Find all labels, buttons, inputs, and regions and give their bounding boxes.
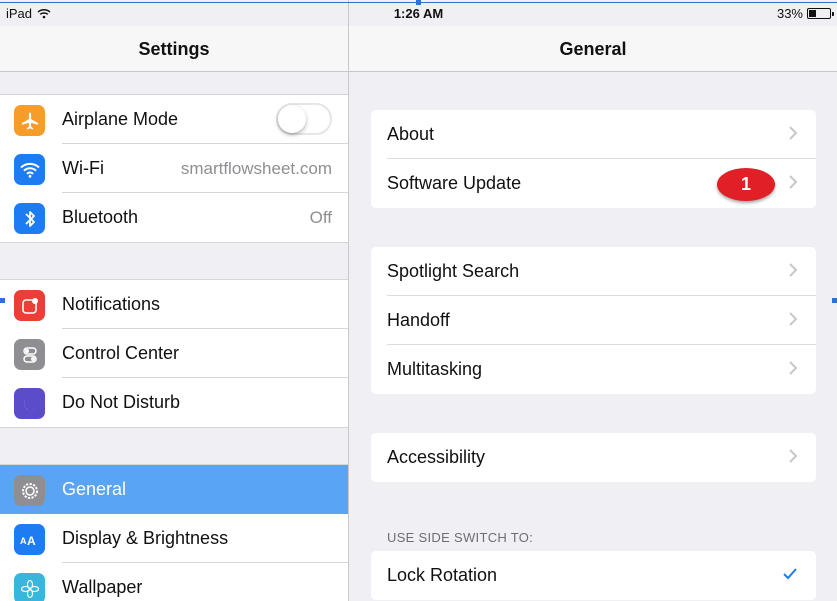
general-item-label: Handoff (387, 310, 450, 330)
general-item-software-update[interactable]: Software Update 1 (371, 159, 816, 208)
sidebar-item-label: Airplane Mode (62, 109, 179, 129)
sidebar-item-label: Notifications (62, 294, 161, 314)
sidebar-group-connectivity: Airplane Mode Wi-Fi smartflowsheet.com B… (0, 94, 348, 243)
sidebar-item-label: Wi-Fi (62, 158, 104, 178)
general-item-label: Lock Rotation (387, 565, 498, 585)
sidebar-group-general: General AA Display & Brightness Wallpape… (0, 464, 348, 601)
chevron-right-icon (789, 126, 798, 140)
bluetooth-icon (14, 203, 45, 234)
status-right: 33% (776, 6, 834, 21)
general-item-spotlight-search[interactable]: Spotlight Search (371, 247, 816, 296)
wallpaper-icon (14, 573, 45, 601)
general-group-accessibility: Accessibility (371, 433, 816, 482)
airplane-icon (14, 105, 45, 136)
battery-percent: 33% (776, 6, 803, 21)
sidebar-item-wifi[interactable]: Wi-Fi smartflowsheet.com (0, 144, 348, 193)
sidebar-item-label: Bluetooth (62, 207, 139, 227)
sidebar-item-general[interactable]: General (0, 465, 348, 514)
toggle-knob (278, 105, 306, 133)
sidebar-item-label: Display & Brightness (62, 528, 229, 548)
chevron-right-icon (789, 361, 798, 375)
wifi-icon (14, 154, 45, 185)
side-switch-section-header: USE SIDE SWITCH TO: (387, 530, 534, 545)
sidebar-item-label: Wallpaper (62, 577, 143, 597)
settings-sidebar: Settings Airplane Mode Wi-Fi smartflowsh… (0, 0, 348, 601)
general-item-label: Multitasking (387, 359, 483, 379)
side-switch-item-lock-rotation[interactable]: Lock Rotation (371, 551, 816, 600)
svg-text:A: A (20, 536, 27, 546)
sidebar-item-notifications[interactable]: Notifications (0, 280, 348, 329)
chevron-right-icon (789, 263, 798, 277)
update-badge: 1 (717, 168, 775, 201)
general-group-side-switch: Lock Rotation (371, 551, 816, 600)
general-item-label: Accessibility (387, 447, 486, 467)
sidebar-item-label: General (62, 479, 127, 499)
sidebar-title: Settings (0, 26, 348, 72)
control-center-icon (14, 339, 45, 370)
wifi-network-value: smartflowsheet.com (180, 158, 332, 178)
sidebar-item-bluetooth[interactable]: Bluetooth Off (0, 193, 348, 242)
status-time: 1:26 AM (393, 6, 444, 21)
chevron-right-icon (789, 449, 798, 463)
general-item-handoff[interactable]: Handoff (371, 296, 816, 345)
chevron-right-icon (789, 312, 798, 326)
chevron-right-icon (789, 175, 798, 189)
ipad-screen: Settings Airplane Mode Wi-Fi smartflowsh… (0, 0, 837, 601)
general-item-accessibility[interactable]: Accessibility (371, 433, 816, 482)
selection-handle (832, 298, 837, 303)
battery-fill (809, 10, 816, 17)
notifications-icon (14, 290, 45, 321)
general-item-label: About (387, 124, 435, 144)
svg-text:A: A (27, 534, 36, 547)
sidebar-item-label: Do Not Disturb (62, 392, 181, 412)
general-item-multitasking[interactable]: Multitasking (371, 345, 816, 394)
general-group-features: Spotlight Search Handoff Multitasking (371, 247, 816, 394)
sidebar-group-notifications: Notifications Control Center Do Not Dist… (0, 279, 348, 428)
general-item-label: Spotlight Search (387, 261, 520, 281)
sidebar-item-label: Control Center (62, 343, 180, 363)
gear-icon (14, 475, 45, 506)
general-item-label: Software Update (387, 173, 522, 193)
checkmark-icon (783, 568, 797, 580)
general-title: General (349, 26, 837, 72)
display-icon: AA (14, 524, 45, 555)
general-pane: General About Software Update 1 Spotligh… (349, 0, 837, 601)
selection-handle (416, 0, 421, 5)
airplane-mode-toggle[interactable] (276, 103, 332, 135)
general-item-about[interactable]: About (371, 110, 816, 159)
selection-handle (0, 298, 5, 303)
bluetooth-value: Off (309, 207, 332, 227)
sidebar-item-wallpaper[interactable]: Wallpaper (0, 563, 348, 601)
moon-icon (14, 388, 45, 419)
sidebar-item-airplane-mode[interactable]: Airplane Mode (0, 95, 348, 144)
sidebar-item-display-brightness[interactable]: AA Display & Brightness (0, 514, 348, 563)
general-group-about: About Software Update 1 (371, 110, 816, 208)
sidebar-item-do-not-disturb[interactable]: Do Not Disturb (0, 378, 348, 427)
sidebar-item-control-center[interactable]: Control Center (0, 329, 348, 378)
battery-icon (807, 8, 834, 19)
